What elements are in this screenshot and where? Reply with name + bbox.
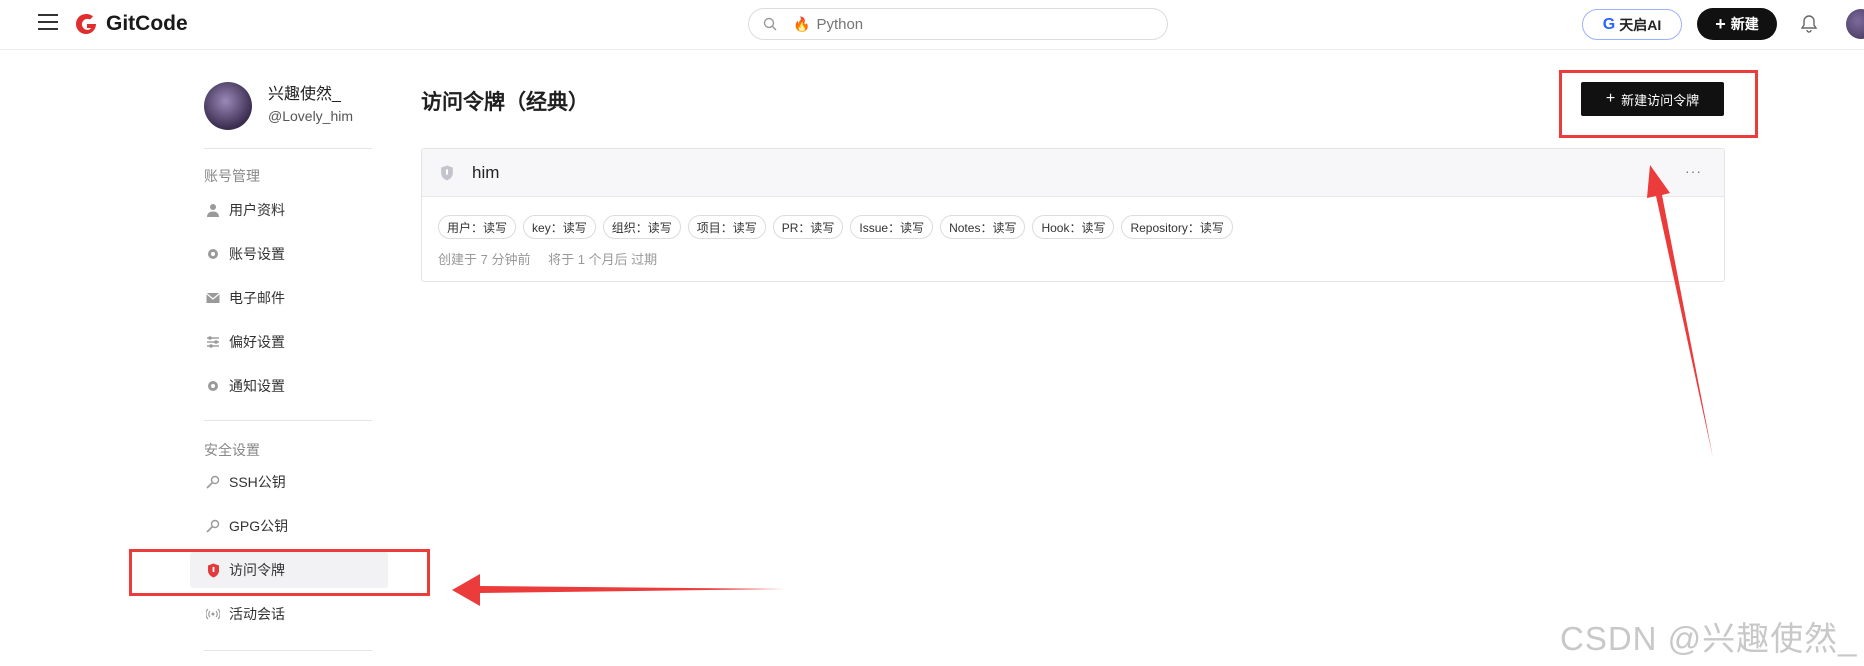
watermark: CSDN @兴趣使然_: [1560, 620, 1858, 657]
arrow-to-create-button: [1647, 165, 1713, 458]
arrow-to-access-tokens: [452, 574, 785, 606]
annotation-arrows: [452, 165, 1713, 606]
